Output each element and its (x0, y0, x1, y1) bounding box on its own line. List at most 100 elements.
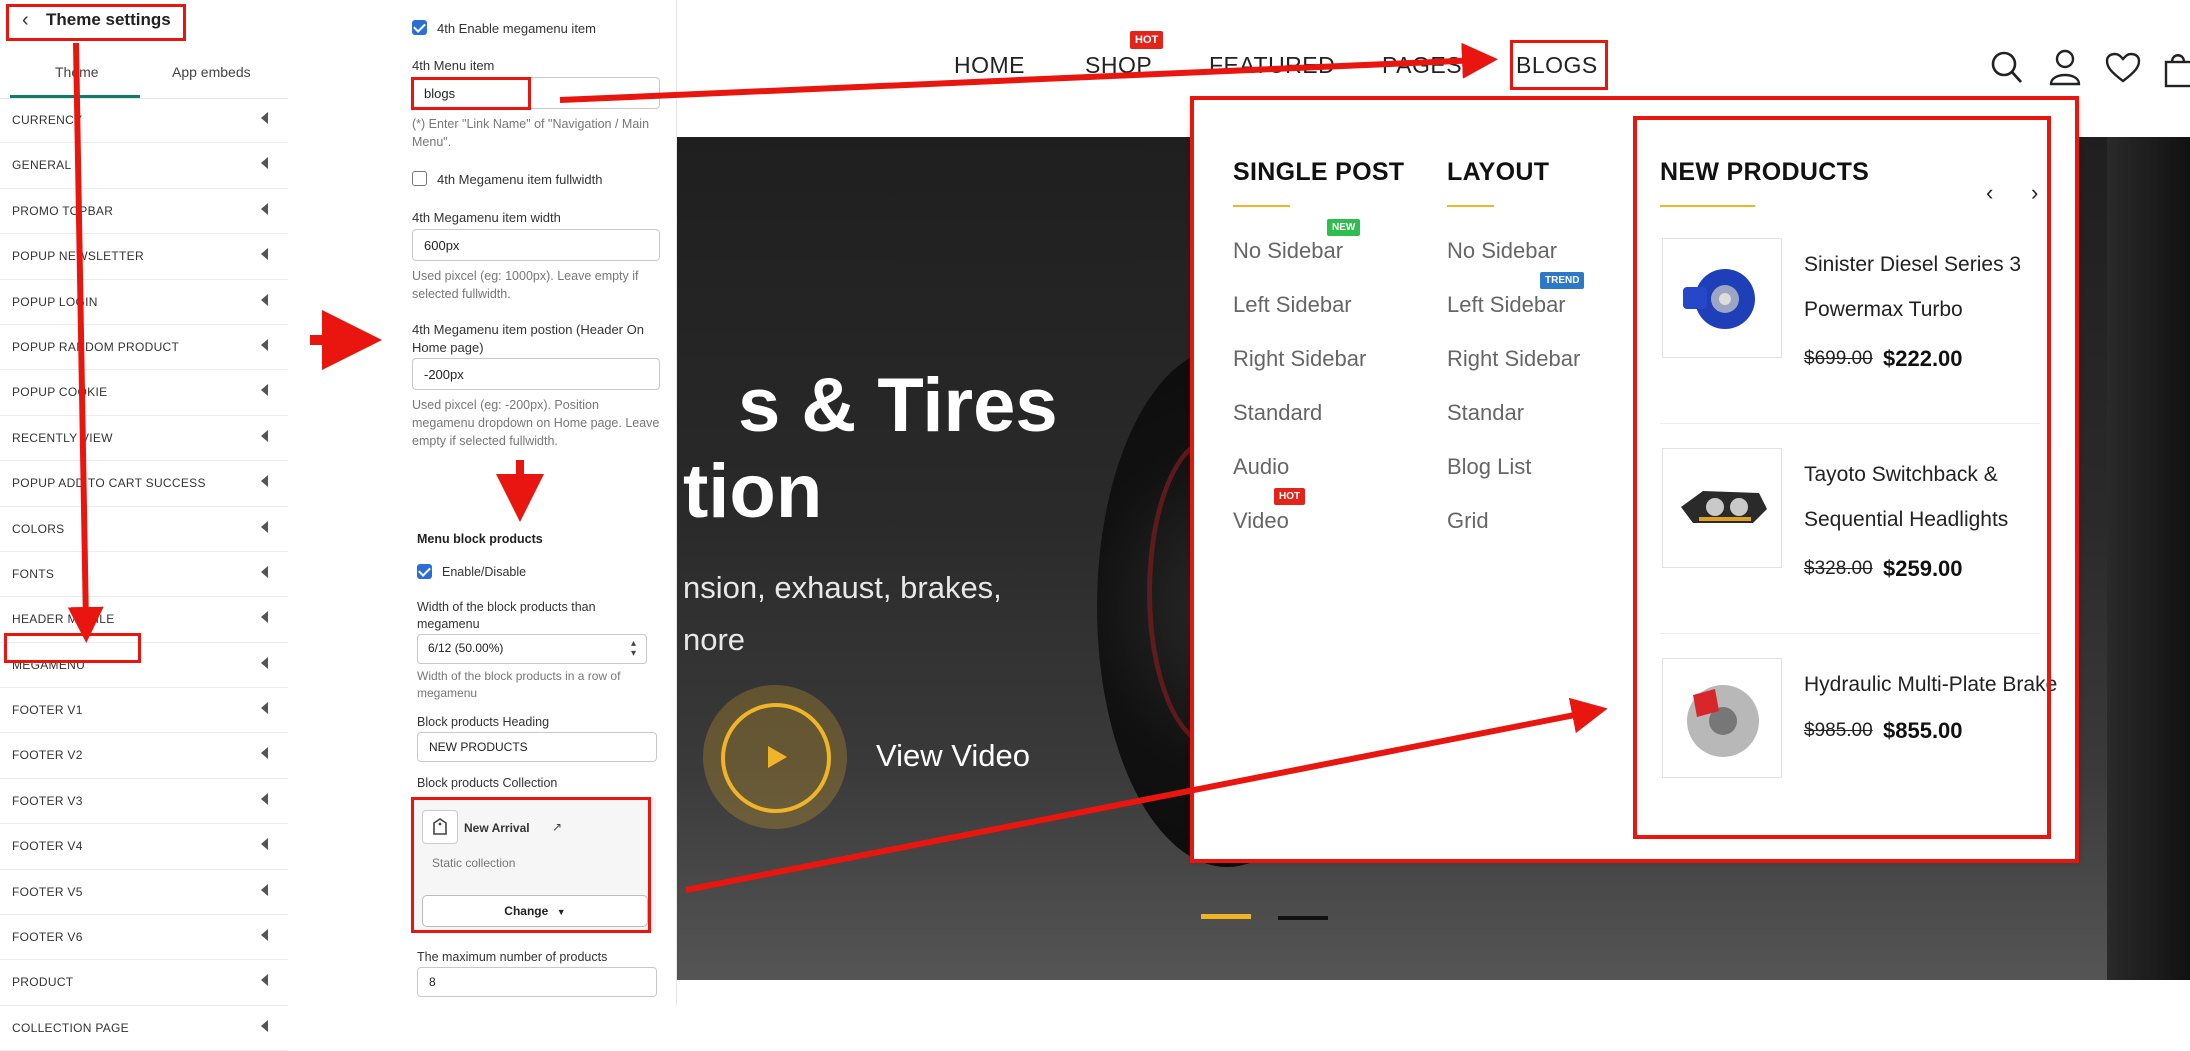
car-body-image (2107, 137, 2190, 980)
section-promo-topbar[interactable]: PROMO TOPBAR (0, 189, 288, 235)
caret-left-icon (261, 611, 268, 624)
heart-icon[interactable] (2105, 52, 2141, 84)
section-label: FOOTER V6 (12, 930, 83, 945)
caret-left-icon (261, 656, 268, 669)
caret-left-icon (261, 747, 268, 760)
section-label: COLLECTION PAGE (12, 1020, 129, 1035)
section-footer-v3[interactable]: FOOTER V3 (0, 779, 288, 825)
caret-left-icon (261, 520, 268, 533)
max-products-label: The maximum number of products (417, 950, 608, 964)
play-button[interactable] (703, 685, 847, 829)
annotation-box-menu-item (411, 77, 531, 110)
block-width-select[interactable]: 6/12 (50.00%) ▴ ▾ (417, 634, 647, 664)
enable-megamenu-label: 4th Enable megamenu item (437, 21, 596, 36)
section-footer-v5[interactable]: FOOTER V5 (0, 870, 288, 916)
section-footer-v4[interactable]: FOOTER V4 (0, 824, 288, 870)
annotation-box-new-products (1633, 116, 2051, 839)
section-collection-page[interactable]: COLLECTION PAGE (0, 1006, 288, 1051)
caret-left-icon (261, 384, 268, 397)
section-label: FOOTER V3 (12, 793, 83, 808)
tab-theme[interactable]: Theme (55, 64, 99, 80)
section-general[interactable]: GENERAL (0, 143, 288, 189)
menu-item-label: 4th Menu item (412, 58, 495, 73)
section-footer-v1[interactable]: FOOTER V1 (0, 688, 288, 734)
user-icon[interactable] (2048, 48, 2082, 86)
nav-shop[interactable]: SHOP (1085, 52, 1152, 79)
section-product[interactable]: PRODUCT (0, 960, 288, 1006)
section-popup-newsletter[interactable]: POPUP NEWSLETTER (0, 234, 288, 280)
max-products-input[interactable]: 8 (417, 967, 657, 997)
section-label: POPUP RANDOM PRODUCT (12, 339, 180, 354)
view-video-link[interactable]: View Video (876, 738, 1030, 774)
annotation-box-collection (411, 797, 651, 933)
products-heading-label: Block products Heading (417, 715, 550, 729)
caret-left-icon (261, 429, 268, 442)
nav-featured[interactable]: FEATURED (1209, 52, 1335, 79)
caret-left-icon (261, 565, 268, 578)
caret-left-icon (261, 883, 268, 896)
fullwidth-label: 4th Megamenu item fullwidth (437, 172, 603, 187)
section-popup-cookie[interactable]: POPUP COOKIE (0, 370, 288, 416)
section-label: POPUP LOGIN (12, 294, 98, 309)
fullwidth-checkbox[interactable] (412, 171, 427, 186)
menu-item-help: (*) Enter "Link Name" of "Navigation / M… (412, 117, 650, 149)
section-popup-add-to-cart[interactable]: POPUP ADD TO CART SUCCESS (0, 461, 288, 507)
section-label: FOOTER V2 (12, 748, 83, 763)
section-label: GENERAL (12, 158, 72, 173)
hero-subtitle-line1: nsion, exhaust, brakes, (683, 570, 1002, 605)
section-label: POPUP ADD TO CART SUCCESS (12, 476, 206, 491)
section-label: POPUP COOKIE (12, 385, 108, 400)
section-footer-v2[interactable]: FOOTER V2 (0, 733, 288, 779)
nav-pages[interactable]: PAGES (1382, 52, 1462, 79)
section-footer-v6[interactable]: FOOTER V6 (0, 915, 288, 961)
caret-left-icon (261, 293, 268, 306)
section-popup-login[interactable]: POPUP LOGIN (0, 280, 288, 325)
hero-subtitle-line2: nore (683, 622, 746, 657)
theme-settings-sidebar: ‹ Theme settings Theme App embeds CURREN… (0, 0, 289, 1051)
section-label: POPUP NEWSLETTER (12, 249, 144, 264)
section-label: PROMO TOPBAR (12, 203, 114, 218)
section-label: COLORS (12, 521, 65, 536)
section-popup-random-product[interactable]: POPUP RANDOM PRODUCT (0, 325, 288, 371)
item-position-input[interactable]: -200px (412, 358, 660, 390)
settings-section-list: CURRENCY GENERAL PROMO TOPBAR POPUP NEWS… (0, 98, 288, 1051)
nav-home[interactable]: HOME (954, 52, 1025, 79)
caret-left-icon (261, 248, 268, 261)
caret-left-icon (261, 338, 268, 351)
sidebar-tabs: Theme App embeds (0, 52, 288, 99)
tab-app-embeds[interactable]: App embeds (172, 64, 251, 80)
enable-megamenu-checkbox[interactable] (412, 20, 427, 35)
section-recently-view[interactable]: RECENTLY VIEW (0, 416, 288, 462)
item-width-help: Used pixcel (eg: 1000px). Leave empty if… (412, 269, 639, 301)
section-label: CURRENCY (12, 113, 83, 127)
caret-left-icon (261, 974, 268, 987)
caret-left-icon (261, 157, 268, 170)
item-width-input[interactable]: 600px (412, 229, 660, 261)
slider-dot[interactable] (1278, 916, 1328, 920)
search-icon[interactable] (1990, 50, 2024, 86)
products-heading-input[interactable]: NEW PRODUCTS (417, 732, 657, 762)
item-width-label: 4th Megamenu item width (412, 210, 561, 225)
slider-dot-active[interactable] (1201, 914, 1251, 919)
block-width-help: Width of the block products in a row of … (417, 669, 621, 700)
caret-left-icon (261, 792, 268, 805)
hero-title-line2: tion (683, 449, 823, 534)
enable-disable-checkbox[interactable] (417, 564, 432, 579)
cart-icon[interactable] (2162, 50, 2190, 88)
block-width-label: Width of the block products than megamen… (417, 600, 596, 631)
item-position-label: 4th Megamenu item postion (Header On Hom… (412, 322, 644, 355)
play-icon (768, 746, 787, 768)
collection-label: Block products Collection (417, 776, 558, 790)
section-fonts[interactable]: FONTS (0, 552, 288, 598)
annotation-box-theme-settings (6, 4, 186, 41)
section-colors[interactable]: COLORS (0, 507, 288, 552)
section-currency[interactable]: CURRENCY (0, 98, 288, 144)
caret-left-icon (261, 1019, 268, 1032)
hot-badge: HOT (1130, 31, 1164, 49)
caret-left-icon (261, 475, 268, 488)
section-label: RECENTLY VIEW (12, 430, 113, 445)
enable-disable-label: Enable/Disable (442, 565, 527, 579)
item-position-help: Used pixcel (eg: -200px). Position megam… (412, 398, 660, 448)
section-label: FOOTER V1 (12, 703, 83, 718)
annotation-box-blogs (1510, 40, 1608, 90)
